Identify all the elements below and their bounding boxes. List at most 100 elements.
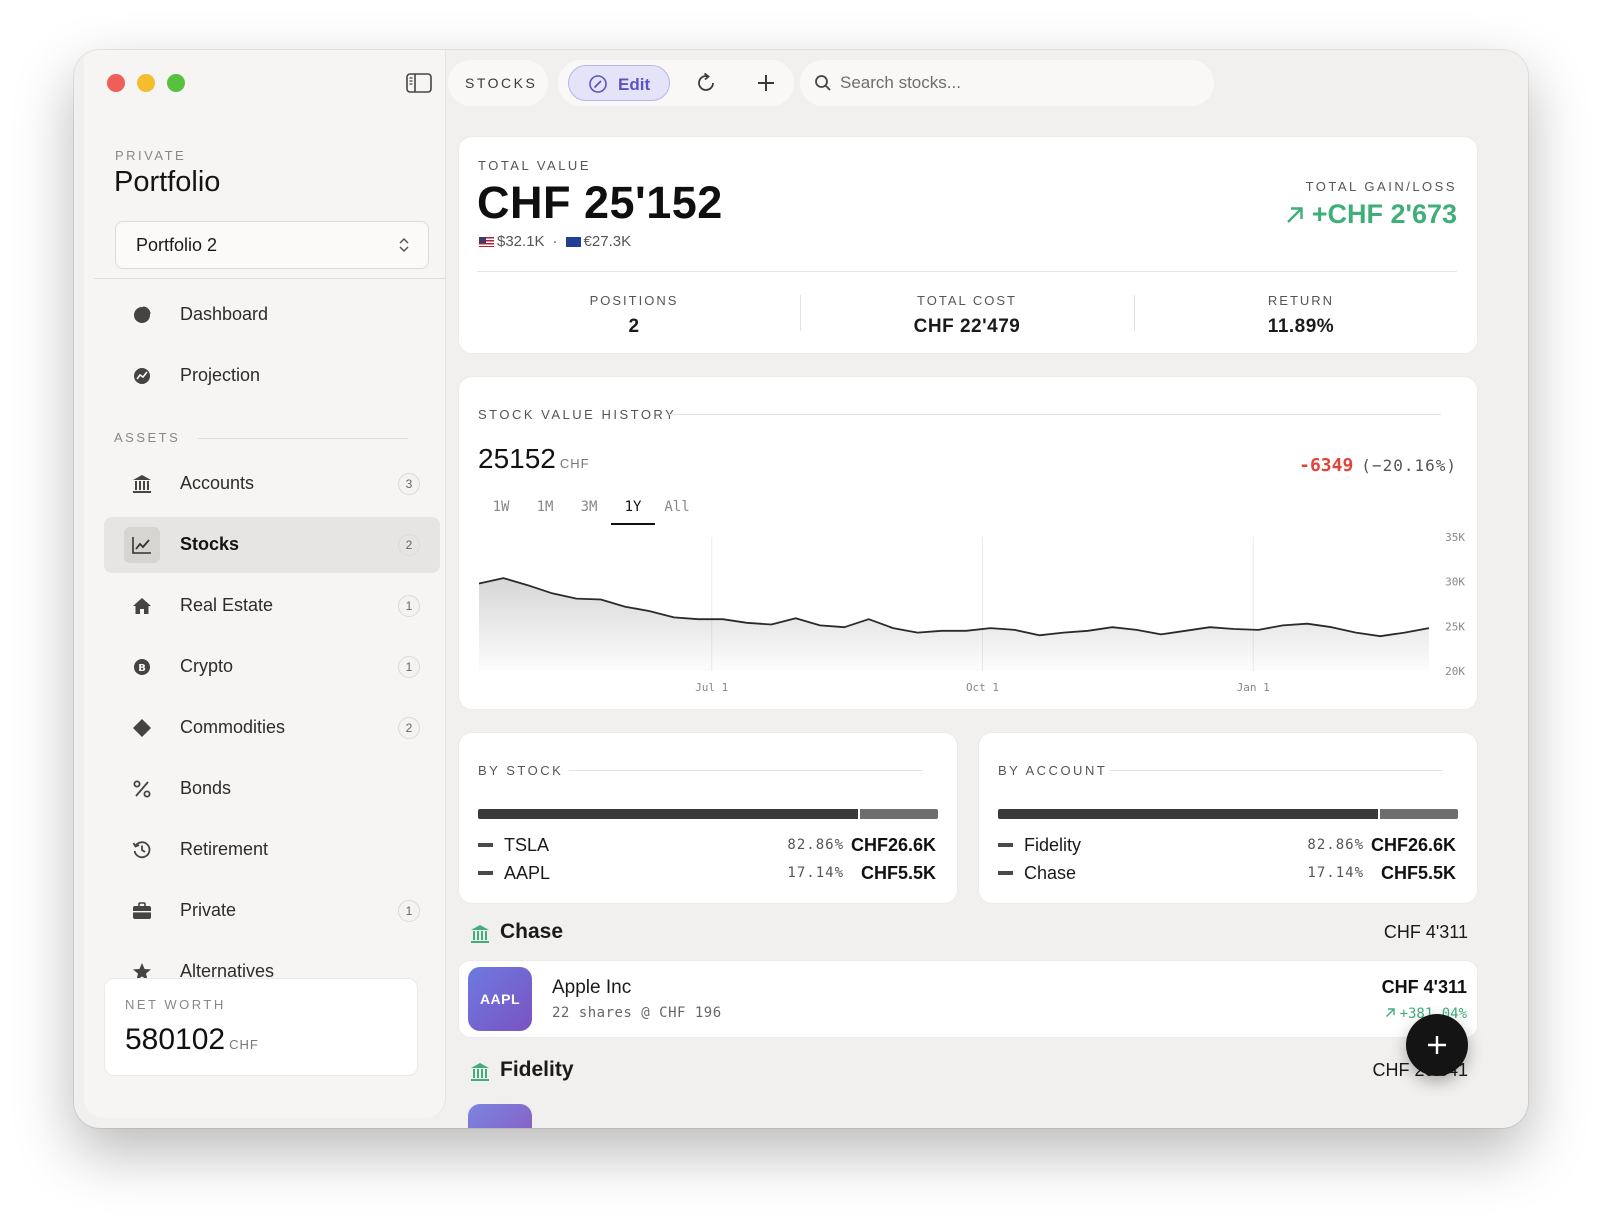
legend-swatch [998, 843, 1013, 847]
arrow-up-right-icon [1385, 1008, 1395, 1017]
value-history-chart: 35K 30K 25K 20K Jul 1 Oct 1 Jan 1 [478, 533, 1465, 694]
sidebar-item-label: Retirement [180, 839, 269, 859]
net-worth-amount: 580102 [125, 1023, 226, 1056]
eur-conversion: €27.3K [565, 233, 632, 250]
fx-separator: · [552, 233, 558, 250]
diamond-icon [132, 718, 152, 738]
stat-value: 11.89% [1267, 316, 1335, 337]
stat-label: POSITIONS [589, 293, 679, 308]
total-value-card: TOTAL VALUE CHF 25'152 $32.1K · €27.3K T… [458, 136, 1478, 354]
legend-percent: 17.14% [1307, 865, 1364, 881]
us-flag-icon [479, 237, 494, 248]
stat-label: RETURN [1267, 293, 1335, 308]
stat-label: TOTAL COST [917, 293, 1017, 308]
legend-row: AAPL 17.14% CHF5.5K [478, 863, 938, 885]
sidebar-item-projection[interactable]: Projection [104, 348, 440, 404]
history-delta-amount: -6349 [1299, 455, 1354, 476]
count-badge: 1 [398, 900, 420, 922]
usd-conversion: $32.1K [479, 233, 545, 250]
add-icon[interactable] [754, 71, 778, 95]
range-tab-1m[interactable]: 1M [523, 499, 567, 525]
by-account-title: BY ACCOUNT [998, 763, 1108, 778]
range-tabs: 1W 1M 3M 1Y All [479, 499, 699, 525]
add-floating-button[interactable] [1406, 1014, 1468, 1076]
close-window-button[interactable] [107, 74, 125, 92]
net-worth-currency: CHF [229, 1037, 259, 1052]
ticker-tile-peek [468, 1104, 532, 1128]
line-chart-icon [124, 527, 160, 563]
stat-value: CHF 22'479 [913, 316, 1021, 337]
y-tick-label: 35K [1445, 533, 1465, 544]
search-bar[interactable] [800, 60, 1214, 106]
sidebar-item-retirement[interactable]: Retirement [104, 822, 440, 878]
sidebar-section-assets: ASSETS [114, 430, 181, 445]
sidebar-title: Portfolio [114, 166, 221, 198]
holding-amount: CHF 4'311 [1381, 977, 1467, 997]
sidebar-item-label: Projection [180, 365, 261, 385]
range-tab-1w[interactable]: 1W [479, 499, 523, 525]
clock-history-icon [132, 840, 152, 860]
briefcase-icon [132, 901, 152, 921]
account-group-header[interactable]: Fidelity CHF 20'841 [468, 1058, 1468, 1086]
eu-flag-icon [565, 237, 581, 248]
bank-icon [132, 474, 152, 494]
history-delta: -6349 (−20.16%) [1299, 455, 1457, 476]
edit-button[interactable]: Edit [568, 65, 670, 101]
net-worth-value: 580102 CHF [125, 1023, 259, 1057]
sidebar-item-dashboard[interactable]: Dashboard [104, 287, 440, 343]
total-value: CHF 25'152 [477, 177, 723, 228]
section-divider [1109, 770, 1443, 771]
sidebar-toggle-icon[interactable] [406, 72, 432, 94]
sidebar-eyebrow: PRIVATE [115, 148, 187, 163]
legend-row: Fidelity 82.86% CHF26.6K [998, 835, 1458, 857]
zoom-window-button[interactable] [167, 74, 185, 92]
fx-conversions: $32.1K · €27.3K [479, 233, 631, 250]
sidebar-item-label: Crypto [180, 656, 234, 676]
history-amount: 25152 [478, 443, 556, 474]
stat-value: 2 [628, 316, 640, 337]
legend-swatch [998, 871, 1013, 875]
range-tab-1y[interactable]: 1Y [611, 499, 655, 525]
eur-value: €27.3K [583, 233, 632, 250]
holding-name: Apple Inc [552, 977, 632, 998]
portfolio-select[interactable]: Portfolio 2 [115, 221, 429, 269]
range-tab-3m[interactable]: 3M [567, 499, 611, 525]
stat-return: RETURN 11.89% [1141, 293, 1461, 338]
x-tick-label: Oct 1 [966, 681, 999, 694]
range-tab-all[interactable]: All [655, 499, 699, 525]
y-tick-label: 30K [1445, 576, 1465, 589]
section-divider [569, 770, 923, 771]
sidebar-item-private[interactable]: Private 1 [104, 883, 440, 939]
allocation-bar [478, 809, 938, 819]
toolbar-actions: Edit [558, 60, 794, 106]
net-worth-card: NET WORTH 580102 CHF [104, 978, 418, 1076]
sidebar-item-real-estate[interactable]: Real Estate 1 [104, 578, 440, 634]
sidebar-item-bonds[interactable]: Bonds [104, 761, 440, 817]
minimize-window-button[interactable] [137, 74, 155, 92]
sidebar-item-accounts[interactable]: Accounts 3 [104, 456, 440, 512]
sidebar-item-label: Private [180, 900, 237, 920]
value-history-card: STOCK VALUE HISTORY 25152 CHF -6349 (−20.1… [458, 376, 1478, 710]
stat-separator [800, 295, 801, 331]
sidebar-item-stocks[interactable]: Stocks 2 [104, 517, 440, 573]
bank-icon [471, 1063, 489, 1081]
pie-chart-icon [132, 305, 152, 325]
sidebar-item-commodities[interactable]: Commodities 2 [104, 700, 440, 756]
section-divider [669, 414, 1441, 415]
total-gain-label: TOTAL GAIN/LOSS [1305, 179, 1457, 194]
by-account-card: BY ACCOUNT Fidelity 82.86% CHF26.6K Chas… [978, 732, 1478, 904]
by-stock-title: BY STOCK [478, 763, 564, 778]
refresh-icon[interactable] [694, 71, 718, 95]
search-icon [815, 75, 831, 91]
toolbar-title-pill: STOCKS [448, 60, 548, 106]
x-tick-label: Jan 1 [1237, 681, 1270, 694]
holding-row[interactable]: AAPL Apple Inc 22 shares @ CHF 196 CHF 4… [458, 960, 1478, 1038]
search-input[interactable] [840, 70, 1200, 96]
account-group-header[interactable]: Chase CHF 4'311 [468, 920, 1468, 948]
history-delta-percent: (−20.16%) [1361, 456, 1457, 475]
net-worth-label: NET WORTH [125, 997, 226, 1012]
count-badge: 3 [398, 473, 420, 495]
legend-percent: 82.86% [787, 837, 844, 853]
sidebar-item-crypto[interactable]: B Crypto 1 [104, 639, 440, 695]
allocation-segment-aapl [859, 809, 938, 819]
